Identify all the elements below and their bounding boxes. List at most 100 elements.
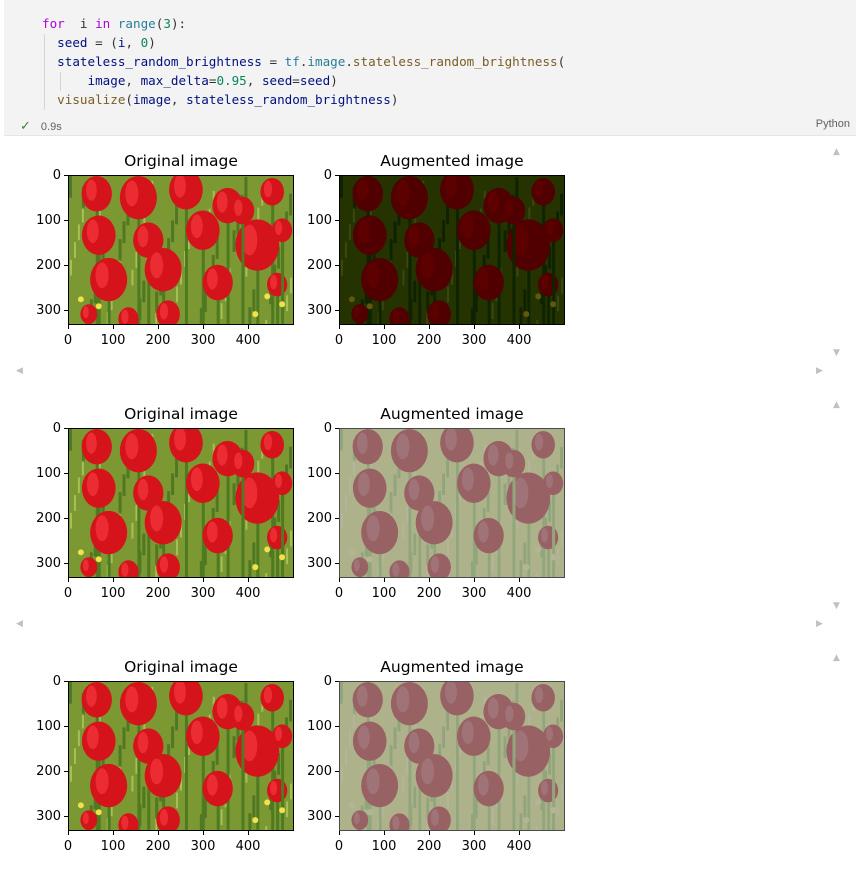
y-tick-label: 300 [307,809,332,824]
x-tick-mark [113,831,114,835]
code-editor[interactable]: for i in range(3): seed = (i, 0) statele… [42,14,565,109]
y-tick-mark [335,518,339,519]
code-token: visualize [42,92,126,107]
y-tick-mark [335,310,339,311]
code-token: 3 [163,16,171,31]
scroll-right-icon[interactable]: ▶ [816,620,823,629]
x-tick-label: 200 [416,333,442,348]
x-tick-label: 0 [63,586,73,601]
y-tick-mark [335,473,339,474]
original-image-title: Original image [124,152,238,170]
y-tick-label: 0 [323,168,332,183]
execution-time: 0.9s [40,121,62,133]
scroll-down-icon[interactable]: ▼ [833,602,840,611]
code-token: ( [125,92,133,107]
output-figure: Original image 0 100 200 300 0 100 200 300 400 Aug… [0,389,580,619]
y-tick-mark [64,681,68,682]
scroll-up-icon[interactable]: ▲ [833,148,840,157]
code-token: stateless_random_brightness [352,54,558,69]
code-line: visualize(image, stateless_random_bright… [42,90,565,109]
x-tick-label: 400 [235,839,261,854]
x-tick-label: 300 [190,333,216,348]
scroll-left-icon[interactable]: ◀ [16,367,23,376]
code-token: ) [330,73,338,88]
language-indicator[interactable]: Python [816,118,850,130]
x-tick-mark [384,578,385,582]
x-tick-mark [384,831,385,835]
x-tick-mark [158,578,159,582]
augmented-image [339,428,565,578]
y-tick-mark [64,175,68,176]
y-tick-mark [64,771,68,772]
augmented-image [339,175,565,325]
code-token: , [125,35,141,50]
y-tick-label: 300 [36,303,61,318]
scroll-down-icon[interactable]: ▼ [833,349,840,358]
augmented-image-panel: Augmented image 0 100 200 300 0 100 200 300 400 [307,389,599,619]
code-token: in [95,16,111,31]
code-token: image [133,92,171,107]
original-image [68,175,294,325]
code-cell[interactable]: for i in range(3): seed = (i, 0) statele… [4,0,856,136]
output-figure: Original image 0 100 200 300 0 100 200 300 400 Aug… [0,642,580,872]
x-tick-label: 100 [100,333,126,348]
code-token: image [87,73,126,88]
scroll-up-icon[interactable]: ▲ [833,654,840,663]
x-tick-mark [474,325,475,329]
x-tick-mark [203,325,204,329]
x-tick-label: 200 [416,586,442,601]
code-line: seed = (i, 0) [42,33,565,52]
y-tick-label: 200 [36,764,61,779]
code-token: ) [148,35,156,50]
code-token: max_delta [140,73,209,88]
x-tick-mark [429,578,430,582]
x-tick-label: 0 [63,839,73,854]
y-tick-label: 200 [307,258,332,273]
code-token: tf [284,54,300,69]
augmented-image-title: Augmented image [380,152,524,170]
x-tick-mark [203,831,204,835]
x-tick-label: 200 [145,839,171,854]
y-tick-mark [335,681,339,682]
x-tick-label: 300 [190,839,216,854]
original-image-panel: Original image 0 100 200 300 0 100 200 300 400 [36,642,328,872]
code-token: seed [42,35,88,50]
code-token: 0.95 [216,73,247,88]
y-tick-mark [335,220,339,221]
code-token: image [307,54,346,69]
code-token: i [64,16,96,31]
y-tick-mark [64,265,68,266]
y-tick-label: 100 [36,466,61,481]
y-tick-label: 0 [52,168,61,183]
y-tick-mark [335,175,339,176]
y-tick-mark [335,265,339,266]
x-tick-label: 100 [371,333,397,348]
scroll-right-icon[interactable]: ▶ [816,367,823,376]
x-tick-label: 300 [461,333,487,348]
x-tick-mark [68,325,69,329]
x-tick-mark [474,578,475,582]
code-token: , [170,92,187,107]
output-figure: Original image 0 100 200 300 0 100 200 300 400 Aug… [0,136,580,366]
y-tick-label: 300 [36,809,61,824]
y-tick-label: 200 [307,764,332,779]
scroll-up-icon[interactable]: ▲ [833,401,840,410]
x-tick-mark [248,831,249,835]
original-image-panel: Original image 0 100 200 300 0 100 200 300 400 [36,389,328,619]
x-tick-label: 0 [63,333,73,348]
x-tick-label: 200 [416,839,442,854]
x-tick-label: 100 [100,839,126,854]
code-token: seed [261,73,293,88]
original-image-title: Original image [124,405,238,423]
scroll-left-icon[interactable]: ◀ [16,620,23,629]
x-tick-label: 400 [506,839,532,854]
augmented-image-title: Augmented image [380,658,524,676]
x-tick-label: 300 [190,586,216,601]
code-line: stateless_random_brightness = tf.image.s… [42,52,565,71]
y-tick-label: 100 [36,719,61,734]
code-token: ( [557,54,566,69]
augmented-image-title: Augmented image [380,405,524,423]
code-token: . [345,54,353,69]
code-token: range [110,16,156,31]
y-tick-label: 0 [52,674,61,689]
